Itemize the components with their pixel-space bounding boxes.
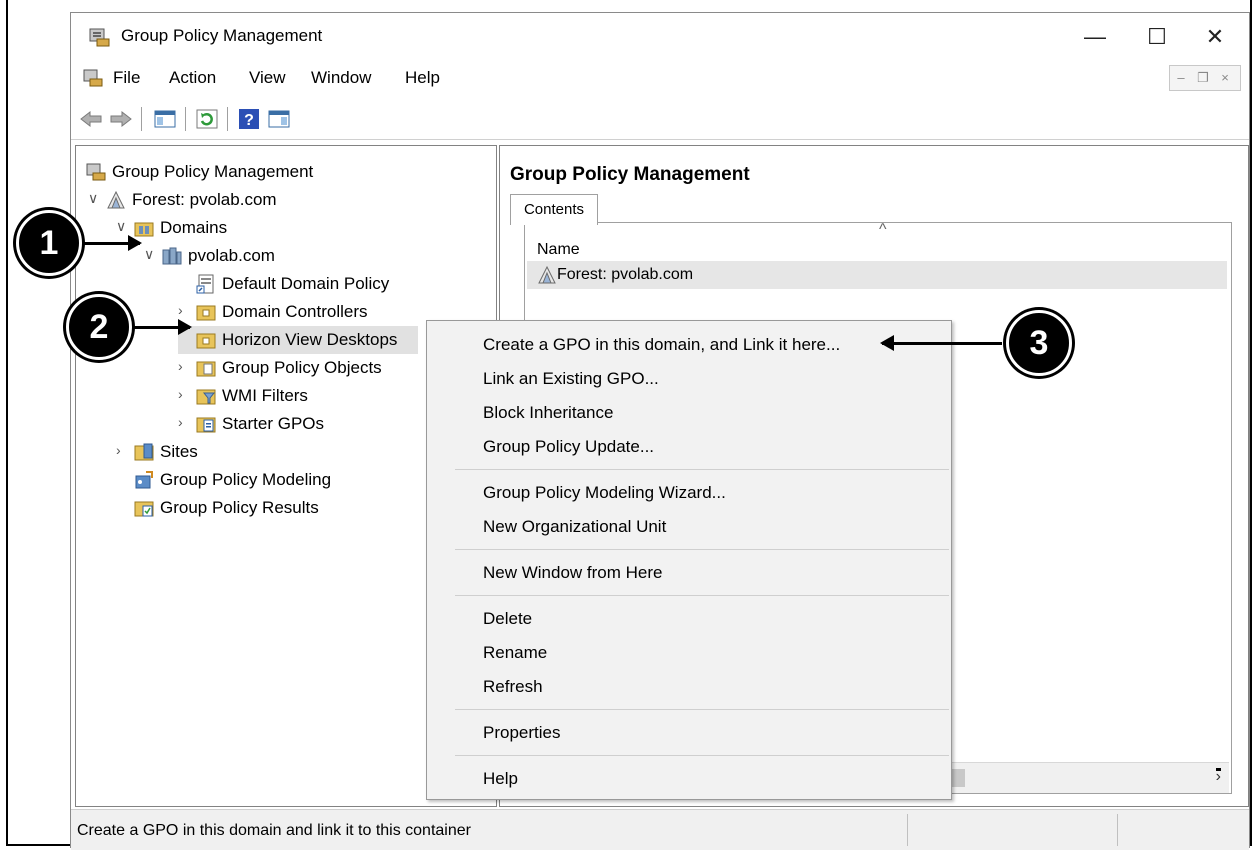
ctx-group-policy-update[interactable]: Group Policy Update... [427, 431, 951, 461]
expand-chevron-icon[interactable]: › [178, 414, 192, 430]
sort-indicator: ^ [879, 221, 887, 238]
toolbar-separator [227, 107, 228, 131]
ctx-properties[interactable]: Properties [427, 717, 951, 747]
menu-separator [455, 755, 949, 756]
mdi-controls: – ❐ × [1169, 65, 1241, 91]
mdi-restore-button[interactable]: ❐ [1192, 66, 1214, 90]
menu-separator [455, 469, 949, 470]
tab-contents[interactable]: Contents [510, 194, 598, 225]
expand-chevron-icon[interactable]: › [178, 386, 192, 402]
gpo-link-icon [196, 274, 214, 294]
list-item[interactable]: Forest: pvolab.com [527, 261, 1227, 289]
tree-item-gpm-root[interactable]: Group Policy Management [82, 158, 482, 186]
menu-bar: File Action View Window Help – ❐ × [71, 63, 1249, 93]
status-bar: Create a GPO in this domain and link it … [71, 809, 1249, 850]
show-action-pane-icon[interactable] [267, 108, 291, 130]
menu-action[interactable]: Action [169, 68, 216, 88]
tree-item-default-domain-policy[interactable]: Default Domain Policy [178, 270, 484, 298]
menu-separator [455, 549, 949, 550]
callout-1-arrow [84, 235, 142, 251]
close-button[interactable]: ✕ [1195, 19, 1235, 55]
ctx-block-inheritance[interactable]: Block Inheritance [427, 397, 951, 427]
back-arrow-icon[interactable] [79, 108, 103, 130]
ctx-delete[interactable]: Delete [427, 603, 951, 633]
expand-chevron-icon[interactable]: ∨ [144, 246, 158, 263]
callout-2-arrow [134, 319, 192, 335]
toolbar: ? [71, 99, 1249, 140]
ctx-refresh[interactable]: Refresh [427, 671, 951, 701]
menu-file[interactable]: File [113, 68, 140, 88]
tree-item-horizon-view-desktops[interactable]: Horizon View Desktops [178, 326, 418, 354]
ou-folder-icon [196, 333, 216, 349]
ctx-create-and-link-gpo[interactable]: Create a GPO in this domain, and Link it… [427, 329, 951, 359]
ctx-rename[interactable]: Rename [427, 637, 951, 667]
gpm-console-icon [86, 163, 106, 181]
tree-item-domain-pvolab[interactable]: ∨ pvolab.com [144, 242, 484, 270]
tree-item-forest[interactable]: ∨ Forest: pvolab.com [88, 186, 488, 214]
context-menu: Create a GPO in this domain, and Link it… [426, 320, 952, 800]
column-header-name[interactable]: Name [537, 241, 580, 259]
show-hide-console-tree-icon[interactable] [153, 108, 177, 130]
results-pane-title: Group Policy Management [510, 164, 750, 185]
ctx-modeling-wizard[interactable]: Group Policy Modeling Wizard... [427, 477, 951, 507]
ou-folder-icon [196, 305, 216, 321]
ctx-new-ou[interactable]: New Organizational Unit [427, 511, 951, 541]
starter-gpo-folder-icon [196, 417, 216, 433]
title-bar[interactable]: Group Policy Management — ☐ ✕ [71, 13, 1249, 59]
callout-3: 3 [1006, 310, 1072, 376]
maximize-button[interactable]: ☐ [1137, 19, 1177, 55]
callout-1: 1 [16, 210, 82, 276]
menu-help[interactable]: Help [405, 68, 440, 88]
gpm-app-icon [89, 28, 110, 47]
svg-text:?: ? [244, 112, 254, 129]
minimize-button[interactable]: — [1075, 19, 1115, 55]
expand-chevron-icon[interactable]: ∨ [116, 218, 130, 235]
window-title: Group Policy Management [121, 26, 323, 45]
expand-chevron-icon[interactable]: › [178, 358, 192, 374]
toolbar-separator [141, 107, 142, 131]
gpo-folder-icon [196, 361, 216, 377]
scroll-right-arrow-icon[interactable]: › [1215, 768, 1221, 785]
menu-view[interactable]: View [249, 68, 286, 88]
forest-icon [107, 190, 125, 209]
expand-chevron-icon[interactable]: › [116, 442, 130, 458]
system-menu-icon[interactable] [83, 69, 103, 87]
status-divider [1117, 814, 1118, 846]
forward-arrow-icon[interactable] [109, 108, 133, 130]
mdi-close-button[interactable]: × [1214, 66, 1236, 90]
callout-2: 2 [66, 294, 132, 360]
ctx-link-existing-gpo[interactable]: Link an Existing GPO... [427, 363, 951, 393]
sites-icon [134, 443, 154, 461]
toolbar-separator [185, 107, 186, 131]
status-divider [907, 814, 908, 846]
modeling-icon [135, 471, 153, 489]
ctx-help[interactable]: Help [427, 763, 951, 793]
refresh-icon[interactable] [195, 108, 219, 130]
expand-chevron-icon[interactable]: ∨ [88, 190, 102, 207]
status-text: Create a GPO in this domain and link it … [77, 822, 471, 839]
mdi-minimize-button[interactable]: – [1170, 66, 1192, 90]
expand-chevron-icon[interactable]: › [178, 302, 192, 318]
tree-item-domains[interactable]: ∨ Domains [116, 214, 486, 242]
menu-separator [455, 595, 949, 596]
menu-separator [455, 709, 949, 710]
forest-icon [538, 265, 556, 284]
wmi-folder-icon [196, 389, 216, 405]
domain-icon [162, 247, 182, 265]
help-icon[interactable]: ? [237, 108, 261, 130]
results-icon [134, 501, 154, 517]
callout-3-arrow [880, 335, 1002, 351]
menu-window[interactable]: Window [311, 68, 371, 88]
ctx-new-window[interactable]: New Window from Here [427, 557, 951, 587]
